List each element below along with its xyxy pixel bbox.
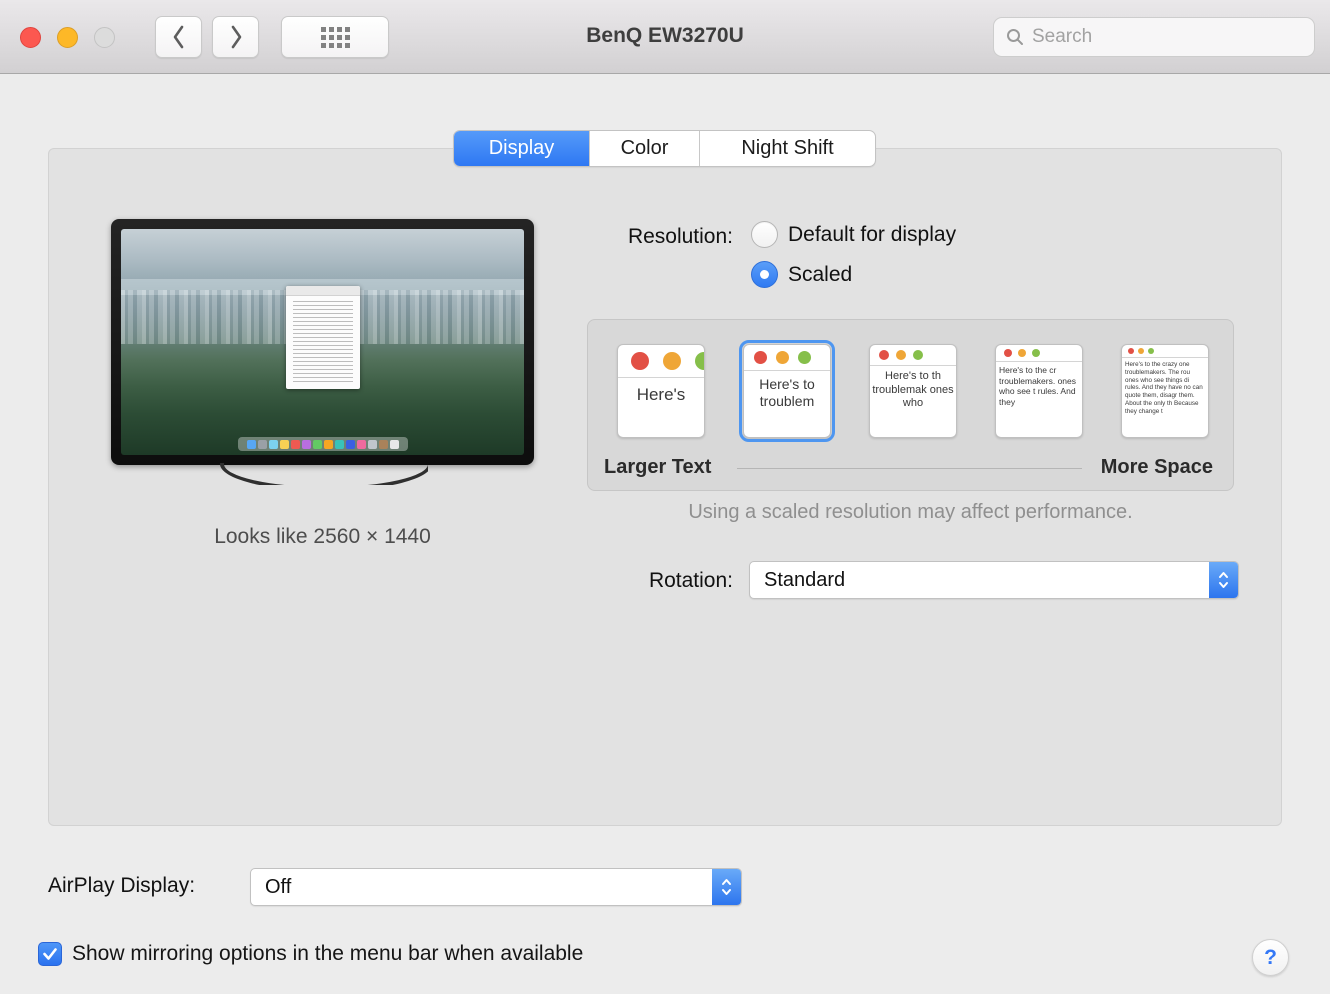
display-preferences-window: BenQ EW3270U Display Color Night Shift bbox=[0, 0, 1330, 994]
yellow-dot-icon bbox=[1018, 349, 1026, 357]
chevron-right-icon bbox=[231, 25, 241, 49]
red-dot-icon bbox=[879, 350, 889, 360]
scaled-thumbnail-5[interactable]: Here's to the crazy one troublemakers. T… bbox=[1121, 344, 1209, 438]
thumbnail-titlebar bbox=[618, 345, 704, 378]
mirroring-checkbox-row[interactable]: Show mirroring options in the menu bar w… bbox=[38, 942, 583, 966]
forward-button[interactable] bbox=[212, 16, 259, 58]
window-controls bbox=[20, 27, 115, 48]
grid-icon bbox=[320, 26, 350, 48]
performance-note: Using a scaled resolution may affect per… bbox=[688, 501, 1133, 523]
green-dot-icon bbox=[1148, 348, 1154, 354]
thumbnail-titlebar bbox=[870, 345, 956, 366]
radio-default-label: Default for display bbox=[788, 222, 957, 246]
back-button[interactable] bbox=[155, 16, 202, 58]
yellow-dot-icon bbox=[896, 350, 906, 360]
airplay-value: Off bbox=[265, 876, 292, 898]
airplay-display-dropdown[interactable]: Off bbox=[250, 868, 742, 906]
show-all-preferences-button[interactable] bbox=[281, 16, 389, 58]
title-bar: BenQ EW3270U bbox=[0, 0, 1330, 74]
thumbnail-titlebar bbox=[744, 345, 830, 371]
yellow-dot-icon bbox=[1138, 348, 1144, 354]
dropdown-arrows-icon bbox=[712, 869, 741, 905]
zoom-button bbox=[94, 27, 115, 48]
more-space-label: More Space bbox=[1100, 456, 1213, 478]
radio-scaled-label: Scaled bbox=[788, 262, 853, 286]
rotation-label: Rotation: bbox=[648, 569, 733, 592]
navigation-buttons bbox=[155, 16, 259, 58]
green-dot-icon bbox=[1032, 349, 1040, 357]
yellow-dot-icon bbox=[776, 351, 789, 364]
red-dot-icon bbox=[1004, 349, 1012, 357]
monitor-bezel bbox=[111, 219, 534, 465]
scale-divider-line bbox=[737, 468, 1082, 469]
monitor-preview bbox=[111, 219, 534, 485]
thumbnail-text: Here's bbox=[636, 385, 686, 404]
monitor-stand bbox=[218, 463, 428, 485]
thumbnail-text: Here's to the crazy one troublemakers. T… bbox=[1125, 361, 1203, 415]
search-field[interactable] bbox=[993, 17, 1315, 57]
radio-default-for-display[interactable]: Default for display bbox=[751, 221, 956, 248]
rotation-dropdown[interactable]: Standard bbox=[749, 561, 1239, 599]
minimize-button[interactable] bbox=[57, 27, 78, 48]
thumbnail-text: Here's to the cr troublemakers. ones who… bbox=[999, 365, 1077, 407]
help-question-mark: ? bbox=[1264, 945, 1277, 969]
tab-bar: Display Color Night Shift bbox=[453, 130, 876, 167]
green-dot-icon bbox=[695, 352, 704, 370]
mirroring-label: Show mirroring options in the menu bar w… bbox=[72, 942, 584, 965]
monitor-screen-wallpaper bbox=[121, 229, 524, 455]
radio-scaled[interactable]: Scaled bbox=[751, 261, 852, 288]
dropdown-arrows-icon bbox=[1209, 562, 1238, 598]
scaled-thumbnail-4[interactable]: Here's to the cr troublemakers. ones who… bbox=[995, 344, 1083, 438]
chevron-left-icon bbox=[173, 25, 183, 49]
tab-display[interactable]: Display bbox=[454, 131, 589, 166]
scaled-resolution-picker: Here's Here's to troublem Here's to th t… bbox=[587, 319, 1234, 491]
scaled-thumbnail-1[interactable]: Here's bbox=[617, 344, 705, 438]
resolution-label: Resolution: bbox=[627, 225, 733, 248]
tab-color[interactable]: Color bbox=[589, 131, 699, 166]
green-dot-icon bbox=[798, 351, 811, 364]
thumbnail-text: Here's to th troublemak ones who bbox=[872, 370, 954, 409]
rotation-value: Standard bbox=[764, 569, 846, 591]
larger-text-label: Larger Text bbox=[604, 456, 712, 478]
radio-on-icon[interactable] bbox=[751, 261, 778, 288]
checkbox-checked-icon[interactable] bbox=[38, 942, 62, 966]
red-dot-icon bbox=[754, 351, 767, 364]
looks-like-label: Looks like 2560 × 1440 bbox=[214, 525, 431, 548]
search-input[interactable] bbox=[1032, 26, 1302, 48]
red-dot-icon bbox=[1128, 348, 1134, 354]
red-dot-icon bbox=[631, 352, 649, 370]
display-settings-panel: Looks like 2560 × 1440 Resolution: Defau… bbox=[48, 148, 1282, 826]
scaled-thumbnail-2-selected[interactable]: Here's to troublem bbox=[739, 340, 835, 442]
yellow-dot-icon bbox=[663, 352, 681, 370]
tab-night-shift[interactable]: Night Shift bbox=[699, 131, 875, 166]
thumbnail-titlebar bbox=[996, 345, 1082, 362]
green-dot-icon bbox=[913, 350, 923, 360]
thumbnail-titlebar bbox=[1122, 345, 1208, 358]
airplay-display-label: AirPlay Display: bbox=[48, 874, 196, 897]
dock bbox=[237, 437, 408, 451]
thumbnail-text: Here's to troublem bbox=[759, 376, 815, 409]
wallpaper-document-window bbox=[286, 285, 361, 389]
radio-off-icon[interactable] bbox=[751, 221, 778, 248]
help-button[interactable]: ? bbox=[1252, 939, 1289, 976]
scaled-thumbnail-3[interactable]: Here's to th troublemak ones who bbox=[869, 344, 957, 438]
close-button[interactable] bbox=[20, 27, 41, 48]
search-icon bbox=[1007, 29, 1023, 45]
